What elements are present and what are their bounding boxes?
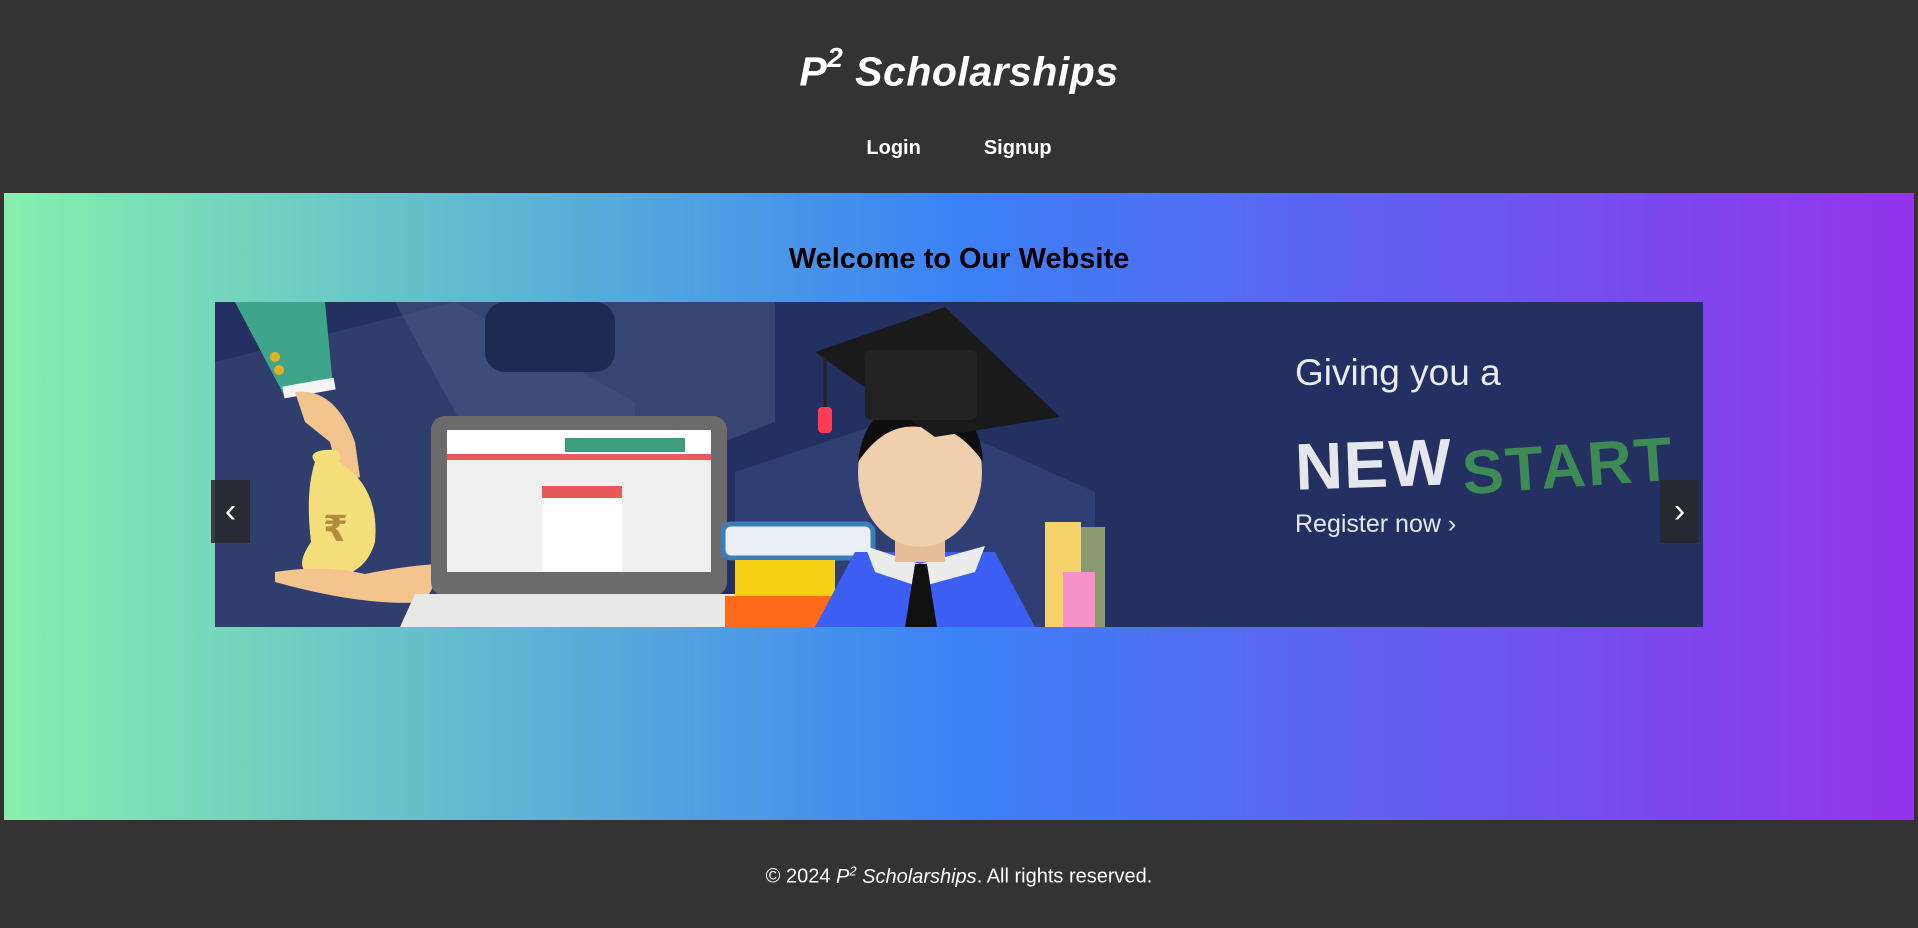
slide-text: Giving you a NEW START Register now › [1293, 352, 1676, 539]
book-shape [1063, 572, 1095, 627]
copyright-prefix: © 2024 [765, 865, 831, 888]
site-header: P2 Scholarships Login Signup [0, 0, 1918, 193]
image-carousel[interactable]: Giving you a NEW START Register now › ₹ [215, 302, 1703, 627]
main-nav: Login Signup [0, 137, 1918, 160]
site-footer: © 2024 P2 Scholarships. All rights reser… [0, 820, 1918, 928]
tassel-shape [818, 407, 832, 433]
login-link[interactable]: Login [866, 137, 920, 160]
rupee-symbol: ₹ [323, 508, 349, 549]
slide-line1: Giving you a [1295, 352, 1501, 393]
cap-base [865, 350, 977, 420]
book-shape [735, 560, 835, 596]
site-brand[interactable]: P2 Scholarships [0, 42, 1918, 96]
screen-form-header [542, 486, 622, 498]
slide-register-link[interactable]: Register now › [1295, 510, 1674, 539]
signup-link[interactable]: Signup [984, 137, 1052, 160]
slide-new-start: NEW START [1293, 424, 1676, 508]
brand-prefix: P [799, 48, 828, 95]
brand-sup: 2 [827, 42, 844, 73]
slide-new-word: NEW [1293, 424, 1454, 504]
hero-section: Welcome to Our Website Giving you a NEW … [4, 193, 1914, 820]
screen-form [542, 486, 622, 572]
book-shape [720, 521, 876, 561]
sleeve-button [274, 365, 284, 375]
copyright-text: © 2024 P2 Scholarships. All rights reser… [0, 863, 1918, 889]
welcome-heading: Welcome to Our Website [788, 243, 1130, 275]
keyboard-shape [400, 594, 760, 627]
carousel-next-button[interactable]: › [1660, 480, 1699, 543]
screen-bar [447, 454, 711, 460]
copyright-suffix: . All rights reserved. [976, 865, 1153, 888]
sleeve-button [270, 352, 280, 362]
bg-shape [485, 302, 615, 372]
footer-brand-name: Scholarships [862, 865, 977, 888]
carousel-prev-button[interactable]: ‹ [211, 480, 250, 543]
footer-brand-sup: 2 [849, 863, 857, 878]
footer-brand-prefix: P [836, 865, 850, 888]
brand-name: Scholarships [855, 48, 1119, 95]
screen-banner [565, 438, 685, 452]
slide-start-word: START [1459, 424, 1677, 509]
footer-brand: P2 Scholarships [836, 863, 977, 888]
